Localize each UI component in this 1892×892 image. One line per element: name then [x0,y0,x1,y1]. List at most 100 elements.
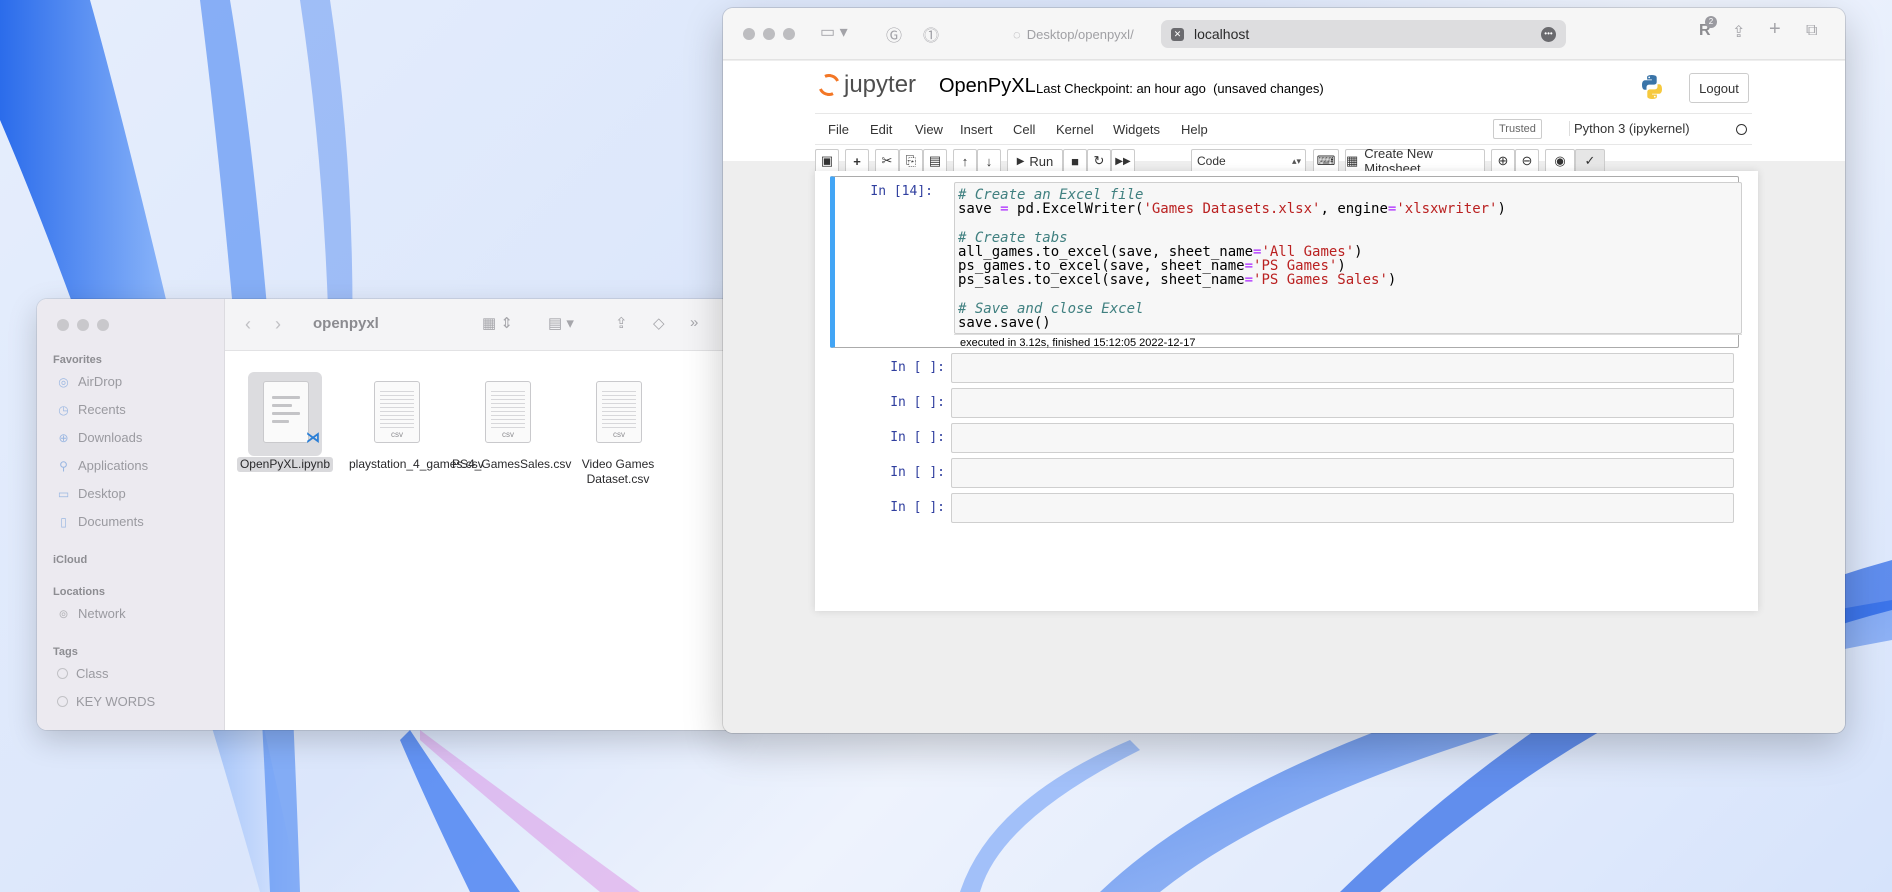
menu-insert[interactable]: Insert [960,122,993,137]
plus-icon: + [853,153,861,169]
empty-code-cell[interactable] [951,353,1734,383]
desktop-icon: ▭ [57,486,70,501]
keyboard-icon: ⌨ [1316,153,1336,168]
close-tab-icon[interactable]: ✕ [1171,27,1184,41]
file-csv[interactable]: csv playstation_4_games.csv [341,379,484,472]
empty-code-cell[interactable] [951,458,1734,488]
tag-dot-icon [57,668,68,679]
sidebar-item-applications[interactable]: ⚲ Applications [57,458,148,473]
cut-button[interactable]: ✂ [875,149,899,173]
paste-button[interactable]: ▤ [923,149,947,173]
command-palette-button[interactable]: ⌨ [1313,149,1339,173]
sidebar-toggle-icon[interactable]: ▭ ▾ [820,22,848,42]
create-mitosheet-button[interactable]: ▦ Create New Mitosheet [1345,146,1485,176]
sidebar-tag-key-words[interactable]: KEY WORDS [57,694,155,709]
restart-run-all-button[interactable]: ▶▶ [1111,149,1135,173]
zoom-button[interactable] [97,319,109,331]
move-up-button[interactable]: ↑ [953,149,977,173]
jupyter-header: jupyter OpenPyXL Last Checkpoint: an hou… [723,61,1845,176]
sidebar-tag-class[interactable]: Class [57,666,109,681]
menu-view[interactable]: View [915,122,943,137]
airdrop-icon: ◎ [58,374,69,389]
more-chevron-icon[interactable]: » [690,314,698,331]
tab-desktop-openpyxl[interactable]: ◌ Desktop/openpyxl/ [1001,20,1151,48]
tab-localhost[interactable]: ✕ localhost ••• [1161,20,1566,48]
locations-heading: Locations [53,586,105,598]
sidebar-item-airdrop[interactable]: ◎ AirDrop [57,374,122,389]
code-editor[interactable]: # Create an Excel file save = pd.ExcelWri… [954,182,1742,334]
share-icon[interactable]: ⇪ [1732,22,1745,42]
logout-button[interactable]: Logout [1689,73,1749,103]
menu-file[interactable]: File [828,122,849,137]
paste-icon: ▤ [928,153,942,168]
download-icon: ⊕ [58,430,69,445]
empty-code-cell[interactable] [951,388,1734,418]
group-icon[interactable]: ▤ ▾ [548,314,574,332]
spellcheck-button[interactable]: ✓ [1575,149,1605,173]
menu-widgets[interactable]: Widgets [1113,122,1160,137]
zoom-out-icon: ⊖ [1521,153,1533,168]
view-grid-icon[interactable]: ▦ ⇕ [482,314,513,332]
sidebar-item-network[interactable]: ⊚ Network [57,606,125,621]
code-cell-selected[interactable]: In [14]: # Create an Excel file save = pd… [830,176,1742,349]
preview-button[interactable]: ◉ [1545,149,1575,173]
more-icon[interactable]: ••• [1541,27,1556,42]
close-button[interactable] [743,28,755,40]
jupyter-logo[interactable]: jupyter [814,70,916,100]
forward-icon[interactable]: › [275,314,281,335]
execution-info: executed in 3.12s, finished 15:12:05 202… [954,334,1742,352]
menu-kernel[interactable]: Kernel [1056,122,1094,137]
file-csv[interactable]: csv PS4_GamesSales.csv [452,379,571,472]
zoom-button[interactable] [783,28,795,40]
move-down-button[interactable]: ↓ [977,149,1001,173]
minimize-button[interactable] [77,319,89,331]
sidebar-item-downloads[interactable]: ⊕ Downloads [57,430,142,445]
copy-button[interactable]: ⎘ [899,149,923,173]
back-icon[interactable]: ‹ [245,314,251,335]
save-button[interactable]: ▣ [815,149,839,173]
menubar: File Edit View Insert Cell Kernel Widget… [815,113,1752,145]
share-icon[interactable]: ⇪ [615,314,628,332]
menu-help[interactable]: Help [1181,122,1208,137]
file-ipynb[interactable]: ⋊ OpenPyXL.ipynb [230,372,340,473]
kernel-idle-indicator [1736,124,1747,135]
cell-prompt: In [ ]: [890,360,945,375]
checkmark-icon: ✓ [1584,153,1596,168]
notebook-name[interactable]: OpenPyXL [939,75,1036,98]
trusted-badge[interactable]: Trusted [1493,119,1542,139]
kernel-name[interactable]: Python 3 (ipykernel) [1569,121,1690,136]
menu-edit[interactable]: Edit [870,122,892,137]
interrupt-button[interactable]: ■ [1063,149,1087,173]
run-button[interactable]: ▶ Run [1007,149,1063,173]
new-tab-icon[interactable]: + [1769,18,1781,41]
password-icon[interactable]: ⓵ [923,22,939,46]
sidebar-item-documents[interactable]: ▯ Documents [57,514,144,529]
tag-icon[interactable]: ◇ [653,314,665,332]
minimize-button[interactable] [763,28,775,40]
sidebar-item-desktop[interactable]: ▭ Desktop [57,486,126,501]
zoom-out-button[interactable]: ⊖ [1515,149,1539,173]
empty-code-cell[interactable] [951,423,1734,453]
cell-prompt: In [14]: [870,184,933,199]
code-line: save.save() [958,314,1051,331]
grammarly-icon[interactable]: Ⓖ [886,22,902,46]
tab-overview-icon[interactable]: ⧉ [1806,22,1817,40]
finder-toolbar: ‹ › openpyxl ▦ ⇕ ▤ ▾ ⇪ ◇ » [225,299,737,351]
csv-file-icon: csv [485,381,531,443]
favorites-heading: Favorites [53,354,102,366]
zoom-in-icon: ⊕ [1497,153,1509,168]
menu-cell[interactable]: Cell [1013,122,1035,137]
loading-icon: ◌ [1013,26,1021,42]
close-button[interactable] [57,319,69,331]
file-csv[interactable]: csv Video Games Dataset.csv [563,379,673,487]
insert-cell-button[interactable]: + [845,149,869,173]
restart-button[interactable]: ↻ [1087,149,1111,173]
stop-icon: ■ [1071,153,1079,169]
empty-code-cell[interactable] [951,493,1734,523]
zoom-in-button[interactable]: ⊕ [1491,149,1515,173]
arrow-down-icon: ↓ [985,153,993,169]
file-name: playstation_4_games.csv [349,457,484,471]
sidebar-item-recents[interactable]: ◷ Recents [57,402,125,417]
cell-type-select[interactable]: Code ▴▾ [1191,149,1306,173]
cell-prompt: In [ ]: [890,395,945,410]
